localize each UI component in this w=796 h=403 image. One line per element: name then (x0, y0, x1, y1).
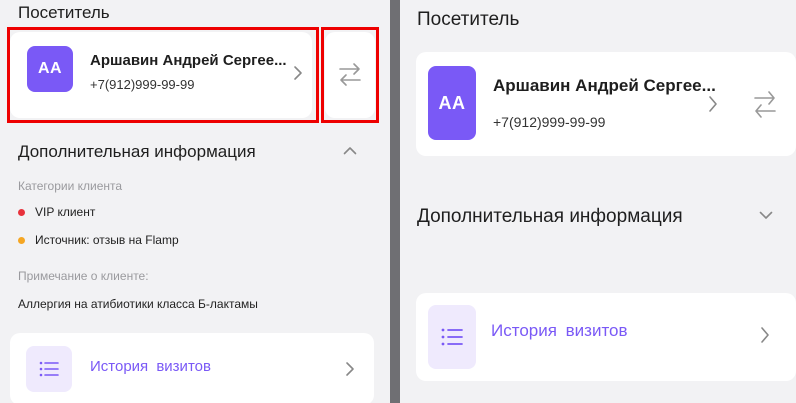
chevron-right-icon (761, 327, 769, 343)
visitor-section-title: Посетитель (417, 9, 520, 30)
highlight-client-card (7, 27, 319, 123)
list-icon-container (428, 305, 476, 369)
additional-info-title: Дополнительная информация (417, 206, 683, 227)
visit-history-card[interactable]: История визитов (416, 293, 796, 381)
note-text: Аллергия на атибиотики класса Б-лактамы (18, 297, 258, 311)
visit-history-card[interactable]: История визитов (10, 333, 374, 403)
highlight-swap-button (321, 27, 379, 123)
chevron-up-icon[interactable] (343, 146, 357, 155)
chevron-right-icon (709, 96, 717, 112)
list-icon (441, 328, 463, 346)
chevron-down-icon[interactable] (759, 211, 773, 220)
chevron-right-icon (346, 362, 354, 376)
list-icon-container (26, 346, 72, 392)
category-vip: VIP клиент (35, 205, 96, 219)
right-screen: Посетитель АА Аршавин Андрей Сергее... +… (400, 0, 796, 403)
client-avatar: АА (428, 66, 476, 140)
additional-info-title: Дополнительная информация (18, 142, 256, 161)
client-card[interactable]: АА Аршавин Андрей Сергее... +7(912)999-9… (416, 52, 796, 156)
category-dot-source (18, 237, 25, 244)
category-dot-vip (18, 209, 25, 216)
swap-arrows-icon[interactable] (753, 88, 777, 120)
client-phone: +7(912)999-99-99 (493, 114, 606, 130)
list-icon (39, 361, 59, 377)
left-screen: Посетитель АА Аршавин Андрей Сергее... +… (0, 0, 390, 403)
categories-label: Категории клиента (18, 179, 123, 193)
visit-history-label: История визитов (90, 358, 211, 375)
visit-history-label: История визитов (491, 321, 628, 340)
visitor-section-title: Посетитель (18, 3, 110, 22)
screen-divider (390, 0, 400, 403)
client-name: Аршавин Андрей Сергее... (493, 76, 716, 95)
note-label: Примечание о клиенте: (18, 269, 149, 283)
category-source: Источник: отзыв на Flamp (35, 233, 179, 247)
